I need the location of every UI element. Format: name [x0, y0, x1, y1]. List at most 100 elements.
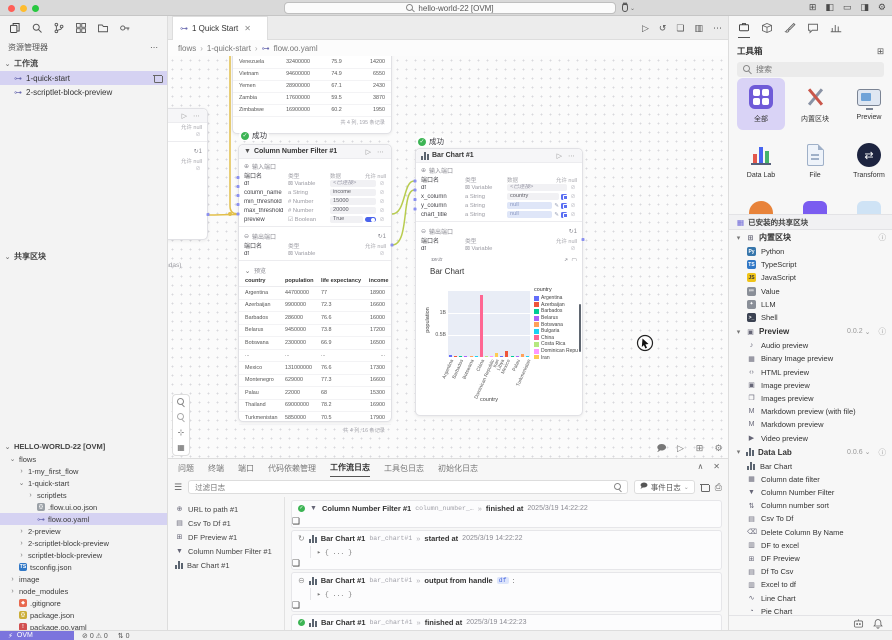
info-icon[interactable]: ⓘ [879, 447, 887, 458]
info-icon[interactable]: ⓘ [879, 326, 887, 337]
tree-item-1-quick-start[interactable]: ⌄1-quick-start [0, 477, 167, 489]
comment-icon[interactable]: 🗩 [655, 442, 668, 455]
block-Csv-To-Df[interactable]: ▤Csv To Df [729, 512, 892, 525]
layout-grid-icon[interactable]: ⊞ [693, 442, 706, 455]
panel-tab-初始化日志[interactable]: 初始化日志 [438, 459, 478, 477]
panel-tab-端口[interactable]: 端口 [238, 459, 254, 477]
log-node-URL-to-path-1[interactable]: ⊕URL to path #1 [168, 502, 284, 516]
explorer-more-icon[interactable]: ⋯ [150, 43, 159, 52]
block-Audio-preview[interactable]: ♪Audio preview [729, 339, 892, 352]
delete-workflow-icon[interactable] [153, 74, 161, 83]
category-light[interactable] [845, 194, 892, 214]
log-node-Csv-To-Df-1[interactable]: ▤Csv To Df #1 [168, 516, 284, 530]
tree-item--gitignore[interactable]: ◆.gitignore [0, 597, 167, 609]
block-Column-Number-Filter[interactable]: ▼Column Number Filter [729, 486, 892, 499]
block-Value[interactable]: ≔Value [729, 285, 892, 298]
tab-toolbox-icon[interactable] [738, 21, 750, 38]
sidebar-item-2-scriptlet-block-preview[interactable]: ⊶2-scriptlet-block-preview [0, 85, 167, 99]
clear-logs-icon[interactable] [701, 483, 709, 492]
robot-icon[interactable] [853, 618, 864, 628]
export-logs-icon[interactable]: ⎙ [715, 482, 722, 493]
tree-item-image[interactable]: ›image [0, 573, 167, 585]
blocks-icon[interactable] [75, 22, 87, 34]
category-Data Lab[interactable]: Data Lab [737, 136, 785, 188]
block-DF-Preview[interactable]: ⊞DF Preview [729, 552, 892, 565]
category-全部[interactable]: 全部 [737, 78, 785, 130]
breadcrumb-item[interactable]: 1-quick-start [207, 44, 251, 53]
block-TypeScript[interactable]: TSTypeScript [729, 258, 892, 271]
group-内置区块[interactable]: ▾⊞内置区块ⓘ [729, 230, 892, 245]
close-window-button[interactable] [8, 5, 15, 12]
category-Preview[interactable]: Preview [845, 78, 892, 130]
group-version[interactable]: 0.0.2⌄ [847, 328, 870, 336]
log-node-DF-Preview-1[interactable]: ⊞DF Preview #1 [168, 530, 284, 544]
block-Delete-Column-By-Name[interactable]: ⌫Delete Column By Name [729, 526, 892, 539]
log-entry[interactable]: ⊖Bar Chart #1bar_chart#1»output from han… [291, 572, 722, 612]
block-LLM[interactable]: ✦LLM [729, 298, 892, 311]
minimap-icon[interactable]: ▦ [176, 443, 186, 452]
section-project[interactable]: ⌄HELLO-WORLD-22 [OVM] [0, 440, 167, 453]
toolbox-search-input[interactable] [756, 65, 866, 74]
category-内置区块[interactable]: 内置区块 [791, 78, 839, 130]
panel-tab-工作流日志[interactable]: 工作流日志 [330, 459, 370, 477]
canvas-settings-icon[interactable]: ⚙ [712, 442, 725, 455]
log-expand-row[interactable]: ▸ { ... } [310, 588, 721, 600]
tab-quick-start[interactable]: ⊶ 1 Quick Start ✕ [172, 16, 268, 40]
panel-tab-工具包日志[interactable]: 工具包日志 [384, 459, 424, 477]
block-Image-preview[interactable]: ▣Image preview [729, 379, 892, 392]
block-Video-preview[interactable]: ▶Video preview [729, 431, 892, 444]
maximize-window-button[interactable] [32, 5, 39, 12]
block-Shell[interactable]: >_Shell [729, 311, 892, 324]
toolbox-search[interactable] [737, 62, 884, 77]
source-control-icon[interactable] [53, 22, 65, 34]
customize-layout-icon[interactable]: ⊞ [809, 2, 817, 13]
installed-blocks-header[interactable]: ▦已安装的共享区块 [729, 214, 892, 230]
block-Python[interactable]: PyPython [729, 245, 892, 258]
block-Bar-Chart[interactable]: Bar Chart [729, 460, 892, 473]
command-center[interactable]: hello-world-22 [OVM] [284, 2, 616, 14]
filter-list-icon[interactable]: ☰ [174, 482, 182, 493]
block-JavaScript[interactable]: JSJavaScript [729, 271, 892, 284]
block-Markdown-preview[interactable]: MMarkdown preview [729, 418, 892, 431]
fit-view-icon[interactable]: ⊹ [176, 428, 186, 437]
log-entry[interactable]: ↻Bar Chart #1bar_chart#1»started at2025/… [291, 530, 722, 570]
tab-comments-icon[interactable] [807, 22, 819, 38]
export-icon[interactable]: ❏ [676, 23, 684, 34]
zoom-out-icon[interactable] [176, 413, 186, 422]
tree-item-flow-oo-yaml[interactable]: ⊶flow.oo.yaml [0, 513, 167, 525]
assistant-cat-icon[interactable]: ⌄ [622, 3, 635, 13]
category-Transform[interactable]: ⇄Transform [845, 136, 892, 188]
tree-item-2-scriptlet-block-preview[interactable]: ›2-scriptlet-block-preview [0, 537, 167, 549]
zoom-in-icon[interactable] [176, 398, 186, 407]
event-type-select[interactable]: 🗩 事件日志 ⌄ [634, 480, 695, 494]
remote-indicator[interactable]: ⚡ OVM [0, 631, 74, 640]
log-open-icon[interactable]: ❏ [292, 600, 300, 610]
panel-tab-终端[interactable]: 终端 [208, 459, 224, 477]
flow-canvas[interactable]: Venezuela3240000075.914200Vietnam9460000… [168, 56, 728, 458]
block-Images-preview[interactable]: ❐Images preview [729, 392, 892, 405]
group-Data-Lab[interactable]: ▾Data Lab0.0.6⌄ⓘ [729, 445, 892, 460]
explorer-files-icon[interactable] [9, 22, 21, 34]
more-actions-icon[interactable]: ⋯ [713, 23, 722, 34]
tab-stats-icon[interactable] [830, 22, 842, 38]
block-Markdown-preview-with-file-[interactable]: MMarkdown preview (with file) [729, 405, 892, 418]
block-Line-Chart[interactable]: ∿Line Chart [729, 592, 892, 605]
section-workflows[interactable]: ⌄工作流 [0, 56, 167, 71]
tree-item-1-my-first-flow[interactable]: ›1-my_first_flow [0, 465, 167, 477]
run-flow-icon[interactable]: ▷ [642, 23, 649, 34]
breadcrumb[interactable]: flows›1-quick-start›⊶flow.oo.yaml [168, 40, 728, 56]
split-editor-icon[interactable]: ▥ [694, 23, 703, 34]
block-Column-date-filter[interactable]: ▦Column date filter [729, 473, 892, 486]
category-purple[interactable] [791, 194, 839, 214]
info-icon[interactable]: ⓘ [879, 232, 887, 243]
category-File[interactable]: File [791, 136, 839, 188]
log-open-icon[interactable]: ❏ [292, 558, 300, 568]
folder-icon[interactable] [97, 22, 109, 34]
add-block-icon[interactable]: ⊞ [877, 46, 884, 57]
group-version[interactable]: 0.0.6⌄ [847, 448, 870, 456]
minimize-window-button[interactable] [20, 5, 27, 12]
breadcrumb-item[interactable]: flow.oo.yaml [274, 44, 318, 53]
run-all-icon[interactable]: ▷ [674, 442, 687, 455]
tab-theme-icon[interactable] [784, 22, 796, 38]
log-open-icon[interactable]: ❏ [292, 516, 300, 526]
